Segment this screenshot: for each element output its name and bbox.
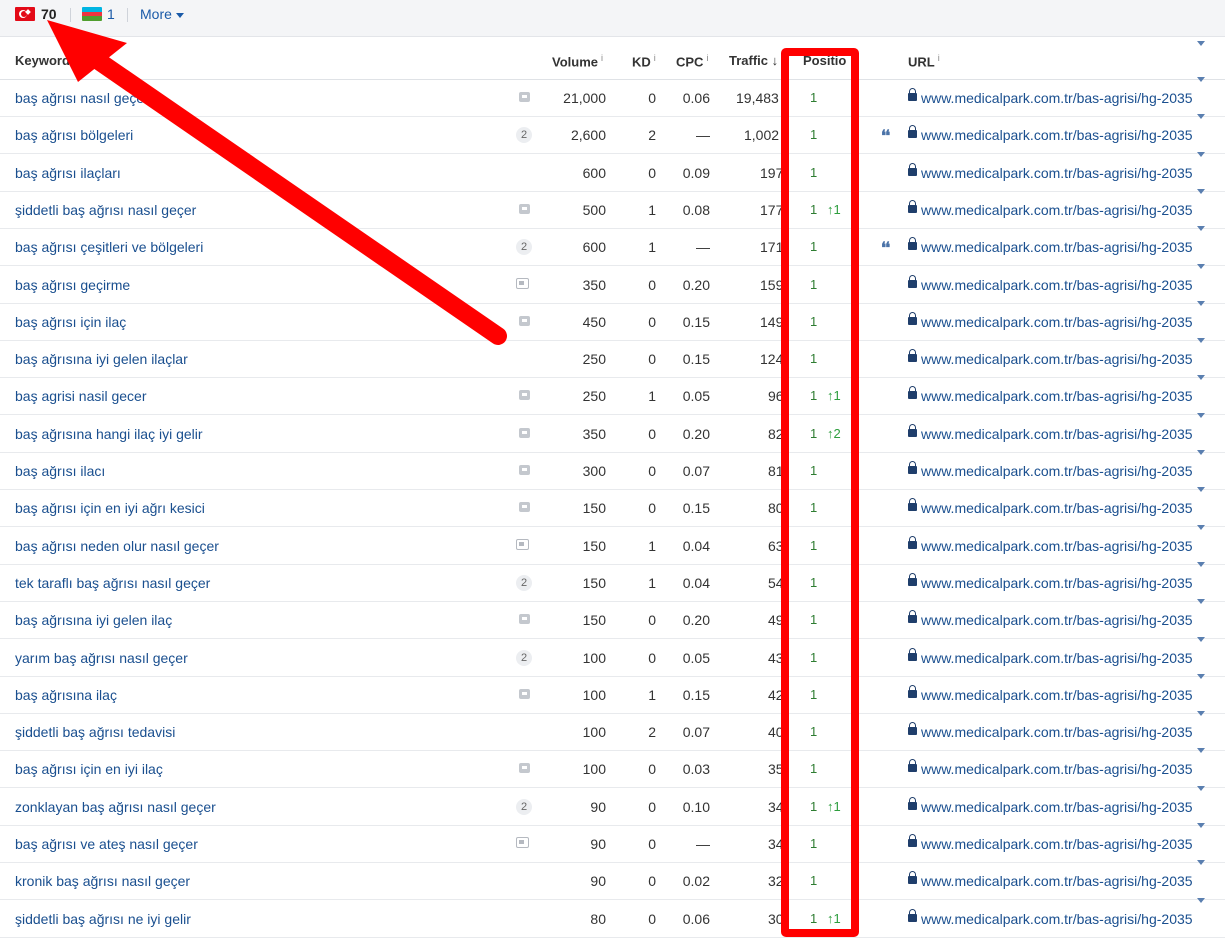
- annotation-arrow: [47, 20, 507, 345]
- arrow-shaft: [91, 53, 507, 345]
- position-column-highlight: [781, 48, 859, 937]
